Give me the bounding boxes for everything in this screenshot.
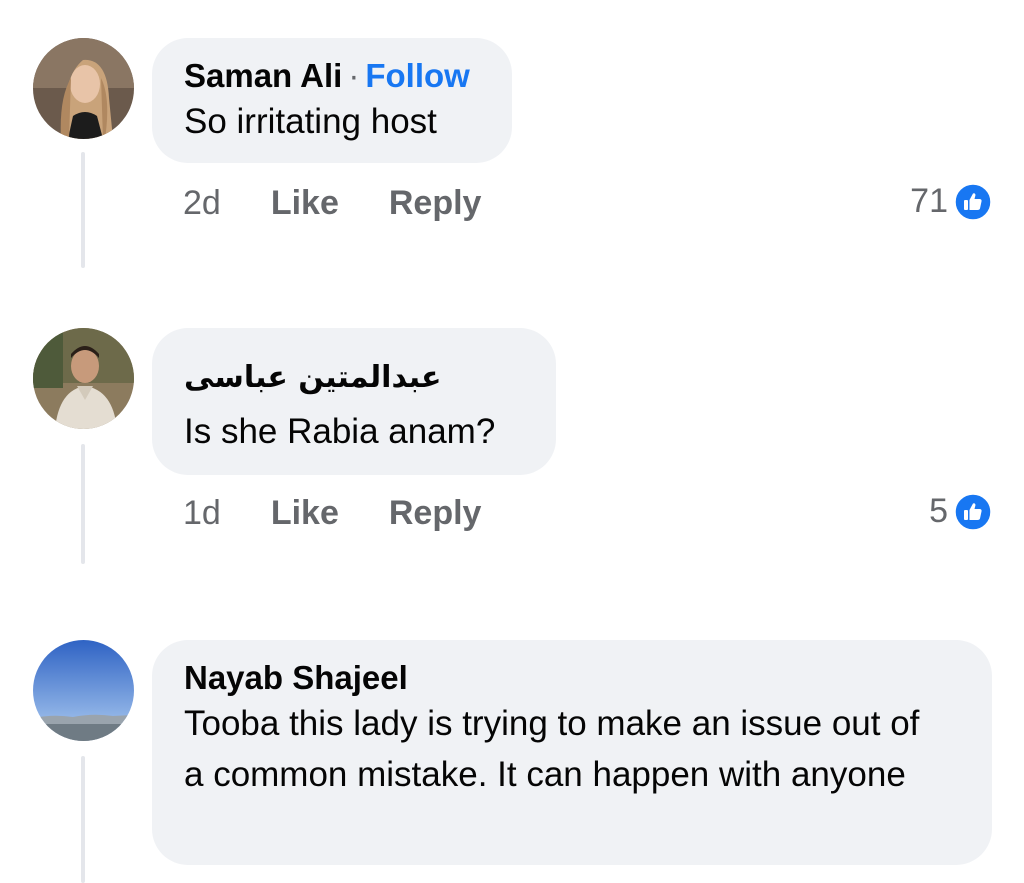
thumbs-up-icon	[954, 492, 992, 531]
comment-text: So irritating host	[184, 102, 437, 141]
author-name[interactable]: Nayab Shajeel	[184, 659, 408, 696]
follow-button[interactable]: Follow	[365, 57, 469, 94]
comment-text: Is she Rabia anam?	[184, 412, 496, 451]
thumbs-up-icon	[954, 182, 992, 221]
author-name[interactable]: Saman Ali	[184, 57, 342, 94]
reaction-count: 5	[929, 492, 948, 530]
comment-actions: 2d Like Reply	[183, 184, 481, 223]
thread-line	[81, 756, 85, 883]
comment-bubble: Saman Ali · Follow So irritating host	[152, 38, 512, 163]
thread-line	[81, 152, 85, 268]
comment-timestamp[interactable]: 2d	[183, 184, 221, 222]
comment-actions: 1d Like Reply	[183, 494, 481, 533]
author-line: عبدالمتین عباسی	[184, 352, 524, 402]
reaction-summary[interactable]: 5	[929, 492, 992, 531]
reply-button[interactable]: Reply	[389, 494, 482, 532]
avatar[interactable]	[33, 640, 134, 741]
author-line: Saman Ali · Follow	[184, 56, 480, 96]
author-name[interactable]: عبدالمتین عباسی	[184, 354, 442, 402]
avatar[interactable]	[33, 328, 134, 429]
thread-line	[81, 444, 85, 564]
reply-button[interactable]: Reply	[389, 184, 482, 222]
comment-timestamp[interactable]: 1d	[183, 494, 221, 532]
comment-bubble: عبدالمتین عباسی Is she Rabia anam?	[152, 328, 556, 475]
reaction-count: 71	[910, 182, 948, 220]
comment-text: Tooba this lady is trying to make an iss…	[184, 704, 920, 794]
avatar[interactable]	[33, 38, 134, 139]
separator-dot: ·	[348, 57, 360, 94]
comment-bubble: Nayab Shajeel Tooba this lady is trying …	[152, 640, 992, 865]
like-button[interactable]: Like	[271, 494, 339, 532]
reaction-summary[interactable]: 71	[910, 182, 992, 221]
like-button[interactable]: Like	[271, 184, 339, 222]
author-line: Nayab Shajeel	[184, 658, 960, 698]
